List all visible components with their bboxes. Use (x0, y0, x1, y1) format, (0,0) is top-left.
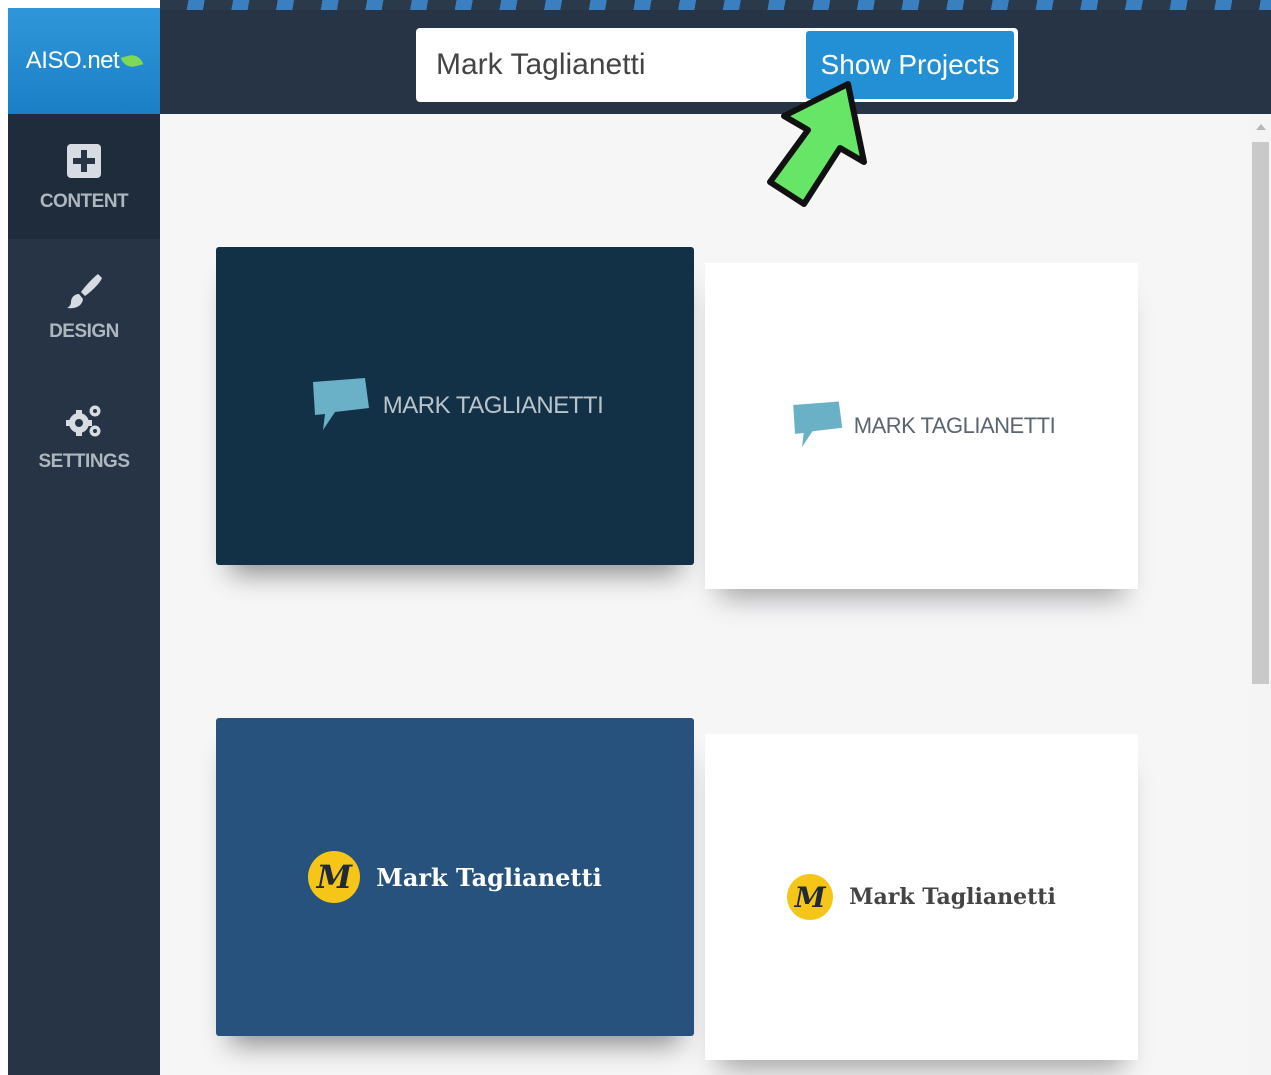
logo-name-text: MARK TAGLIANETTI (853, 413, 1056, 438)
sidebar: CONTENT DESIGN SETTINGS (8, 114, 160, 1075)
pointer-arrow-icon (767, 81, 867, 207)
logo-option-card[interactable]: M Mark Taglianetti (705, 734, 1138, 1060)
sidebar-item-settings[interactable]: SETTINGS (8, 374, 160, 499)
m-badge-icon: M (787, 874, 834, 920)
sidebar-item-design[interactable]: DESIGN (8, 244, 160, 369)
logo-option-card[interactable]: MARK TAGLIANETTI (705, 263, 1138, 589)
m-badge-icon: M (308, 851, 361, 903)
brand-logo[interactable]: AISO.net (8, 8, 160, 114)
name-search-input[interactable] (418, 30, 804, 100)
gears-icon (66, 405, 101, 436)
paintbrush-icon (67, 273, 102, 308)
brand-logo-text: AISO.net (25, 47, 120, 74)
speech-bubble-icon (793, 401, 843, 447)
leaf-icon (120, 52, 144, 70)
search-bar: Show Projects (416, 28, 1018, 102)
scroll-up-icon[interactable] (1256, 124, 1266, 130)
sidebar-item-label: CONTENT (39, 190, 129, 212)
speech-bubble-icon (312, 378, 369, 430)
logo-option-card[interactable]: MARK TAGLIANETTI (216, 247, 694, 565)
header-decoration-strip (160, 0, 1271, 10)
sidebar-item-label: SETTINGS (38, 450, 130, 472)
logo-name-text: MARK TAGLIANETTI (382, 392, 604, 419)
plus-square-icon (67, 143, 101, 178)
logo-name-text: Mark Taglianetti (376, 862, 602, 892)
vertical-scrollbar[interactable] (1250, 114, 1271, 1075)
sidebar-item-label: DESIGN (49, 320, 119, 342)
top-header: Show Projects (160, 10, 1271, 114)
sidebar-item-content[interactable]: CONTENT (8, 114, 160, 239)
logo-name-text: Mark Taglianetti (849, 884, 1056, 910)
scrollbar-thumb[interactable] (1252, 142, 1269, 684)
logo-option-card[interactable]: M Mark Taglianetti (216, 718, 694, 1036)
